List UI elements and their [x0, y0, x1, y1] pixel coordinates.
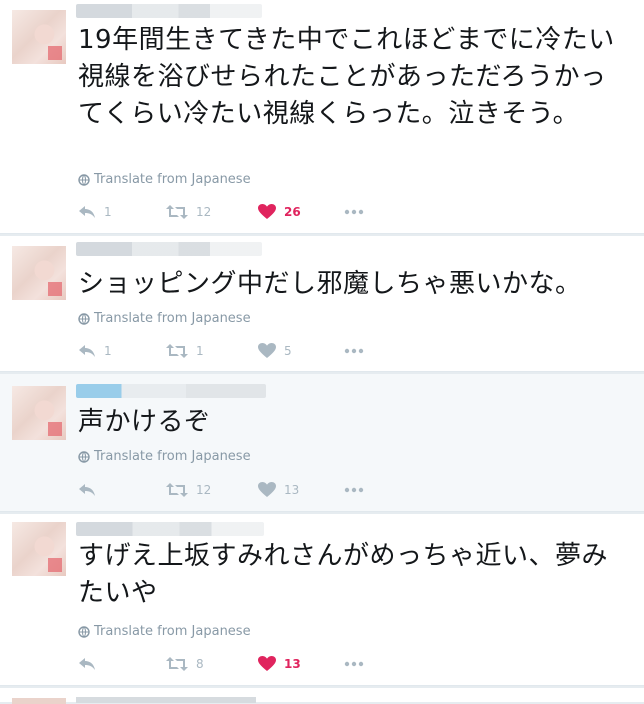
globe-icon — [78, 312, 90, 325]
more-icon — [344, 487, 364, 493]
tweet-actions: 12 13 — [78, 480, 408, 500]
reply-icon — [79, 484, 95, 496]
translate-label: Translate from Japanese — [94, 624, 251, 639]
retweet-button[interactable]: 12 — [166, 202, 211, 222]
user-name-blurred[interactable] — [76, 242, 262, 256]
more-button[interactable] — [344, 654, 364, 674]
reply-icon — [79, 345, 95, 357]
reply-icon — [79, 658, 95, 670]
like-button[interactable]: 13 — [258, 654, 301, 674]
user-name-blurred[interactable] — [76, 384, 266, 398]
like-count: 13 — [284, 657, 301, 671]
like-count: 5 — [284, 344, 292, 358]
retweet-icon — [166, 344, 188, 358]
like-count: 26 — [284, 205, 301, 219]
globe-icon — [78, 625, 90, 638]
next-tweet-partial[interactable] — [0, 688, 644, 704]
user-name-blurred[interactable] — [76, 697, 256, 703]
like-button[interactable]: 26 — [258, 202, 301, 222]
reply-button[interactable] — [78, 654, 104, 674]
retweet-icon — [166, 657, 188, 671]
like-button[interactable]: 5 — [258, 341, 292, 361]
more-button[interactable] — [344, 202, 364, 222]
tweet-actions: 8 13 — [78, 654, 408, 674]
retweet-count: 12 — [196, 205, 212, 219]
retweet-icon — [166, 205, 188, 219]
heart-icon — [258, 204, 276, 219]
tweet-card[interactable]: ショッピング中だし邪魔しちゃ悪いかな。 Translate from Japan… — [0, 236, 644, 372]
reply-count: 1 — [104, 344, 112, 358]
reply-icon — [79, 206, 95, 218]
more-icon — [344, 661, 364, 667]
tweet-text: 声かけるぞ — [78, 407, 211, 437]
tweet-actions: 1 1 5 — [78, 341, 408, 361]
retweet-button[interactable]: 8 — [166, 654, 204, 674]
translate-label: Translate from Japanese — [94, 449, 251, 464]
translate-link[interactable]: Translate from Japanese — [78, 624, 251, 639]
user-name-blurred[interactable] — [76, 522, 264, 536]
more-button[interactable] — [344, 480, 364, 500]
tweet-text: ショッピング中だし邪魔しちゃ悪いかな。 — [78, 269, 582, 299]
like-button[interactable]: 13 — [258, 480, 299, 500]
translate-link[interactable]: Translate from Japanese — [78, 449, 251, 464]
reply-button[interactable]: 1 — [78, 341, 112, 361]
retweet-icon — [166, 483, 188, 497]
reply-button[interactable] — [78, 480, 104, 500]
translate-label: Translate from Japanese — [94, 311, 251, 326]
user-name-blurred[interactable] — [76, 4, 262, 18]
avatar[interactable] — [12, 246, 66, 300]
more-icon — [344, 348, 364, 354]
tweet-card[interactable]: すげえ上坂すみれさんがめっちゃ近い、夢みたいや Translate from J… — [0, 514, 644, 686]
tweet-card[interactable]: 声かけるぞ Translate from Japanese 12 13 — [0, 374, 644, 512]
tweet-text: すげえ上坂すみれさんがめっちゃ近い、夢みたいや — [78, 541, 609, 608]
globe-icon — [78, 173, 90, 186]
tweet-actions: 1 12 26 — [78, 202, 408, 222]
retweet-button[interactable]: 12 — [166, 480, 211, 500]
heart-icon — [258, 343, 276, 358]
translate-label: Translate from Japanese — [94, 172, 251, 187]
translate-link[interactable]: Translate from Japanese — [78, 172, 251, 187]
heart-icon — [258, 656, 276, 671]
avatar[interactable] — [12, 698, 66, 704]
retweet-count: 12 — [196, 483, 212, 497]
like-count: 13 — [284, 483, 300, 497]
reply-button[interactable]: 1 — [78, 202, 112, 222]
more-icon — [344, 209, 364, 215]
retweet-count: 8 — [196, 657, 204, 671]
globe-icon — [78, 450, 90, 463]
avatar[interactable] — [12, 386, 66, 440]
retweet-button[interactable]: 1 — [166, 341, 204, 361]
reply-count: 1 — [104, 205, 112, 219]
translate-link[interactable]: Translate from Japanese — [78, 311, 251, 326]
tweet-card[interactable]: 19年間生きてきた中でこれほどまでに冷たい視線を浴びせられたことがあっただろうか… — [0, 0, 644, 234]
retweet-count: 1 — [196, 344, 204, 358]
tweet-timeline: 19年間生きてきた中でこれほどまでに冷たい視線を浴びせられたことがあっただろうか… — [0, 0, 644, 704]
tweet-text: 19年間生きてきた中でこれほどまでに冷たい視線を浴びせられたことがあっただろうか… — [78, 25, 615, 129]
avatar[interactable] — [12, 10, 66, 64]
avatar[interactable] — [12, 522, 66, 576]
more-button[interactable] — [344, 341, 364, 361]
heart-icon — [258, 482, 276, 497]
